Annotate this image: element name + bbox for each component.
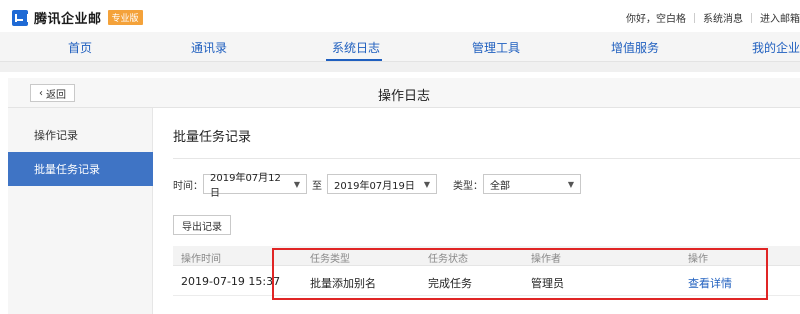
filter-bar: 时间： 2019年07月12日 ▼ 至 2019年07月19日 ▼ 类型： 全部… [173, 173, 581, 199]
chevron-down-icon: ▼ [567, 179, 574, 189]
nav-value-added[interactable]: 增值服务 [611, 39, 659, 56]
type-label: 类型： [453, 180, 483, 192]
divider [751, 12, 752, 23]
nav-home[interactable]: 首页 [68, 39, 92, 56]
main-nav: 首页 通讯录 系统日志 管理工具 增值服务 我的企业 [0, 32, 800, 62]
time-label: 时间： [173, 180, 203, 192]
divider [694, 12, 695, 23]
highlight-box [272, 248, 768, 300]
divider [173, 158, 800, 159]
type-value: 全部 [490, 180, 510, 192]
page-header: ‹ 返回 操作日志 [8, 78, 800, 108]
sidebar-item-label: 操作记录 [34, 129, 78, 142]
page-title: 操作日志 [377, 89, 430, 104]
top-bar: 腾讯企业邮 专业版 你好，空白格 系统消息 进入邮箱 [0, 0, 800, 32]
nav-active-indicator [326, 59, 382, 61]
edition-badge: 专业版 [107, 10, 143, 25]
app-name: 腾讯企业邮 [34, 12, 102, 27]
spacer [0, 62, 800, 72]
system-message-link[interactable]: 系统消息 [703, 10, 743, 25]
sidebar-item-operation-log[interactable]: 操作记录 [8, 118, 153, 152]
top-right-links: 你好，空白格 系统消息 进入邮箱 [626, 10, 800, 25]
nav-admin-tools[interactable]: 管理工具 [472, 39, 520, 56]
to-label: 至 [312, 180, 322, 192]
start-date-value: 2019年07月12日 [210, 173, 281, 199]
start-date-select[interactable]: 2019年07月12日 ▼ [203, 173, 307, 199]
end-date-value: 2019年07月19日 [334, 180, 415, 192]
nav-contacts[interactable]: 通讯录 [191, 39, 227, 56]
cell-time: 2019-07-19 15:37 [181, 275, 281, 288]
enter-mail-link[interactable]: 进入邮箱 [760, 10, 800, 25]
mail-logo-icon [12, 9, 29, 26]
chevron-down-icon: ▼ [423, 179, 430, 189]
chevron-down-icon: ▼ [293, 179, 300, 189]
export-button[interactable]: 导出记录 [173, 215, 231, 235]
column-header-time: 操作时间 [181, 254, 221, 265]
sidebar: 操作记录 批量任务记录 [8, 108, 153, 314]
greeting-text: 你好，空白格 [626, 14, 686, 25]
end-date-select[interactable]: 2019年07月19日 ▼ [327, 174, 437, 194]
nav-system-log[interactable]: 系统日志 [332, 39, 380, 56]
app-logo[interactable]: 腾讯企业邮 专业版 [12, 8, 143, 27]
sidebar-item-label: 批量任务记录 [34, 163, 100, 176]
sidebar-item-batch-tasks[interactable]: 批量任务记录 [8, 152, 153, 186]
nav-my-company[interactable]: 我的企业 [752, 39, 800, 56]
section-title: 批量任务记录 [173, 130, 252, 145]
type-select[interactable]: 全部 ▼ [483, 174, 581, 194]
